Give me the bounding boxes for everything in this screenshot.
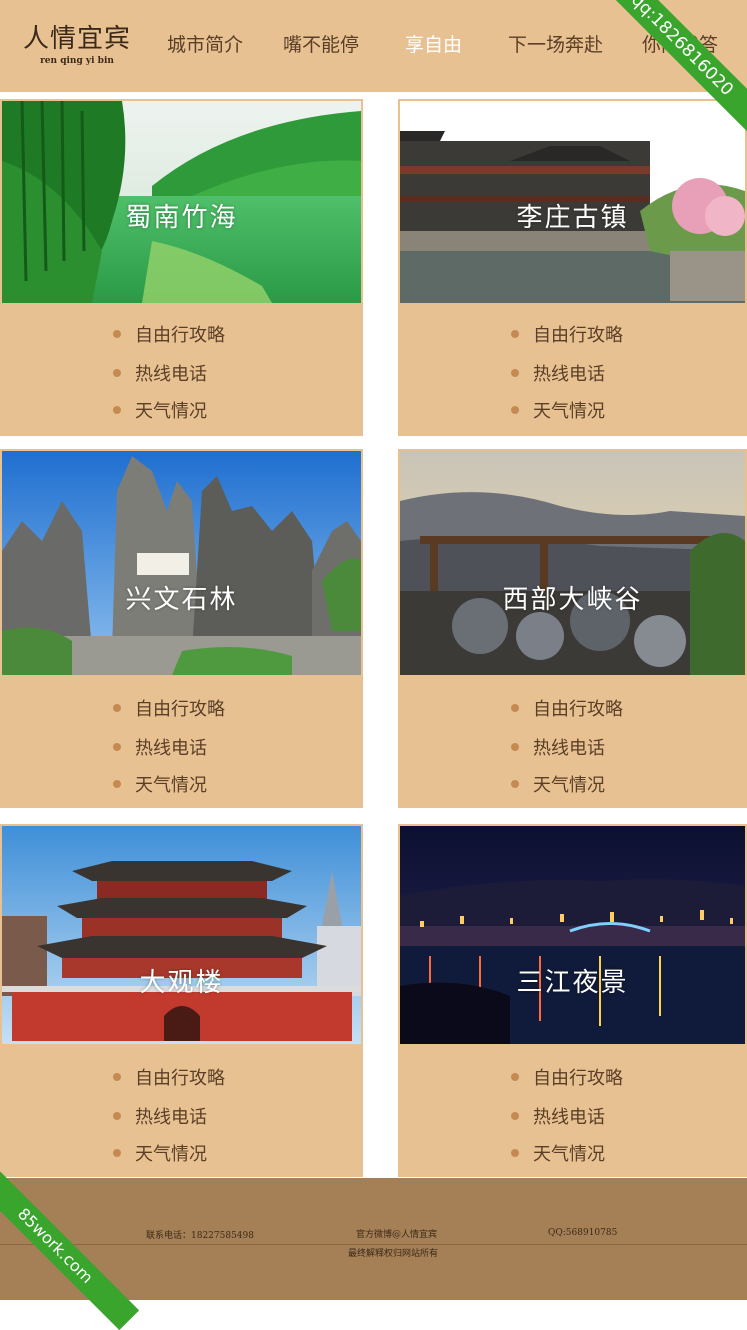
link-label: 天气情况 <box>533 401 605 422</box>
link-label: 热线电话 <box>135 738 207 759</box>
link-label: 天气情况 <box>533 1144 605 1165</box>
link-label: 自由行攻略 <box>135 1068 225 1089</box>
card-link-panel: 自由行攻略 热线电话 天气情况 <box>398 677 747 808</box>
scenic-card-west-canyon: 西部大峡谷 自由行攻略 热线电话 天气情况 <box>398 449 747 808</box>
weather-link[interactable]: 天气情况 <box>511 1140 605 1166</box>
scenic-photo[interactable]: 李庄古镇 <box>398 99 747 305</box>
hotline-link[interactable]: 热线电话 <box>113 734 207 760</box>
scenic-photo[interactable]: 大观楼 <box>0 824 363 1046</box>
bullet-icon <box>511 1112 519 1120</box>
scenic-card-three-rivers-night: 三江夜景 自由行攻略 热线电话 天气情况 <box>398 824 747 1177</box>
bullet-icon <box>113 743 121 751</box>
hotline-link[interactable]: 热线电话 <box>113 360 207 386</box>
scenic-name: 大观楼 <box>139 968 224 998</box>
scenic-photo[interactable]: 蜀南竹海 <box>0 99 363 305</box>
travel-guide-link[interactable]: 自由行攻略 <box>511 321 623 347</box>
link-label: 自由行攻略 <box>135 325 225 346</box>
hotline-link[interactable]: 热线电话 <box>113 1103 207 1129</box>
link-label: 自由行攻略 <box>533 325 623 346</box>
scenic-card-stone-forest: 兴文石林 自由行攻略 热线电话 天气情况 <box>0 449 363 808</box>
bullet-icon <box>511 704 519 712</box>
site-footer: 联系电话：18227585498 官方微博@人情宜宾 QQ:568910785 … <box>0 1178 747 1300</box>
card-link-panel: 自由行攻略 热线电话 天气情况 <box>0 677 363 808</box>
link-label: 天气情况 <box>533 775 605 796</box>
travel-guide-link[interactable]: 自由行攻略 <box>511 1064 623 1090</box>
bullet-icon <box>511 1073 519 1081</box>
nav-item-next-trip[interactable]: 下一场奔赴 <box>508 30 603 57</box>
weather-link[interactable]: 天气情况 <box>113 397 207 423</box>
daguan-tower-image <box>2 826 361 1044</box>
footer-phone: 联系电话：18227585498 <box>146 1231 254 1241</box>
bullet-icon <box>113 369 121 377</box>
scenic-photo[interactable]: 三江夜景 <box>398 824 747 1046</box>
card-link-panel: 自由行攻略 热线电话 天气情况 <box>0 305 363 436</box>
three-rivers-night-image <box>400 826 745 1044</box>
bullet-icon <box>113 1149 121 1157</box>
bullet-icon <box>113 704 121 712</box>
link-label: 自由行攻略 <box>533 699 623 720</box>
link-label: 热线电话 <box>135 364 207 385</box>
hotline-link[interactable]: 热线电话 <box>511 360 605 386</box>
card-link-panel: 自由行攻略 热线电话 天气情况 <box>398 1046 747 1177</box>
link-label: 热线电话 <box>135 1107 207 1128</box>
logo-title: 人情宜宾 <box>22 24 131 54</box>
weather-link[interactable]: 天气情况 <box>511 397 605 423</box>
west-canyon-image <box>400 451 745 675</box>
footer-rights: 最终解释权归网站所有 <box>348 1249 439 1259</box>
link-label: 自由行攻略 <box>533 1068 623 1089</box>
bullet-icon <box>511 369 519 377</box>
logo-subtitle: ren qing yi bin <box>40 56 114 66</box>
travel-guide-link[interactable]: 自由行攻略 <box>511 695 623 721</box>
bullet-icon <box>113 780 121 788</box>
card-link-panel: 自由行攻略 热线电话 天气情况 <box>398 305 747 436</box>
bullet-icon <box>113 1073 121 1081</box>
link-label: 天气情况 <box>135 401 207 422</box>
link-label: 热线电话 <box>533 1107 605 1128</box>
hotline-link[interactable]: 热线电话 <box>511 734 605 760</box>
link-label: 热线电话 <box>533 738 605 759</box>
bullet-icon <box>113 1112 121 1120</box>
scenic-name: 蜀南竹海 <box>125 203 238 233</box>
link-label: 热线电话 <box>533 364 605 385</box>
bullet-icon <box>511 1149 519 1157</box>
link-label: 天气情况 <box>135 775 207 796</box>
bullet-icon <box>511 330 519 338</box>
scenic-name: 三江夜景 <box>516 968 629 998</box>
scenic-name: 兴文石林 <box>125 585 238 615</box>
travel-guide-link[interactable]: 自由行攻略 <box>113 321 225 347</box>
footer-qq: QQ:568910785 <box>548 1228 618 1238</box>
footer-weibo[interactable]: 官方微博@人情宜宾 <box>356 1227 437 1240</box>
scenic-name: 西部大峡谷 <box>502 585 643 615</box>
card-link-panel: 自由行攻略 热线电话 天气情况 <box>0 1046 363 1177</box>
scenic-card-daguan-tower: 大观楼 自由行攻略 热线电话 天气情况 <box>0 824 363 1177</box>
site-logo[interactable]: 人情宜宾 ren qing yi bin <box>22 24 132 66</box>
nav-item-freedom[interactable]: 享自由 <box>405 30 462 57</box>
nav-item-food[interactable]: 嘴不能停 <box>283 30 359 57</box>
link-label: 自由行攻略 <box>135 699 225 720</box>
nav-item-city-intro[interactable]: 城市简介 <box>167 30 243 57</box>
weather-link[interactable]: 天气情况 <box>113 1140 207 1166</box>
scenic-card-lizhuang: 李庄古镇 自由行攻略 热线电话 天气情况 <box>398 99 747 436</box>
bullet-icon <box>113 330 121 338</box>
bullet-icon <box>511 780 519 788</box>
travel-guide-link[interactable]: 自由行攻略 <box>113 1064 225 1090</box>
scenic-photo[interactable]: 西部大峡谷 <box>398 449 747 677</box>
travel-guide-link[interactable]: 自由行攻略 <box>113 695 225 721</box>
footer-divider <box>0 1244 747 1245</box>
bullet-icon <box>511 406 519 414</box>
bullet-icon <box>113 406 121 414</box>
scenic-name: 李庄古镇 <box>516 203 629 233</box>
stone-forest-image <box>2 451 361 675</box>
bullet-icon <box>511 743 519 751</box>
weather-link[interactable]: 天气情况 <box>113 771 207 797</box>
weather-link[interactable]: 天气情况 <box>511 771 605 797</box>
hotline-link[interactable]: 热线电话 <box>511 1103 605 1129</box>
link-label: 天气情况 <box>135 1144 207 1165</box>
scenic-photo[interactable]: 兴文石林 <box>0 449 363 677</box>
scenic-card-bamboo-sea: 蜀南竹海 自由行攻略 热线电话 天气情况 <box>0 99 363 436</box>
